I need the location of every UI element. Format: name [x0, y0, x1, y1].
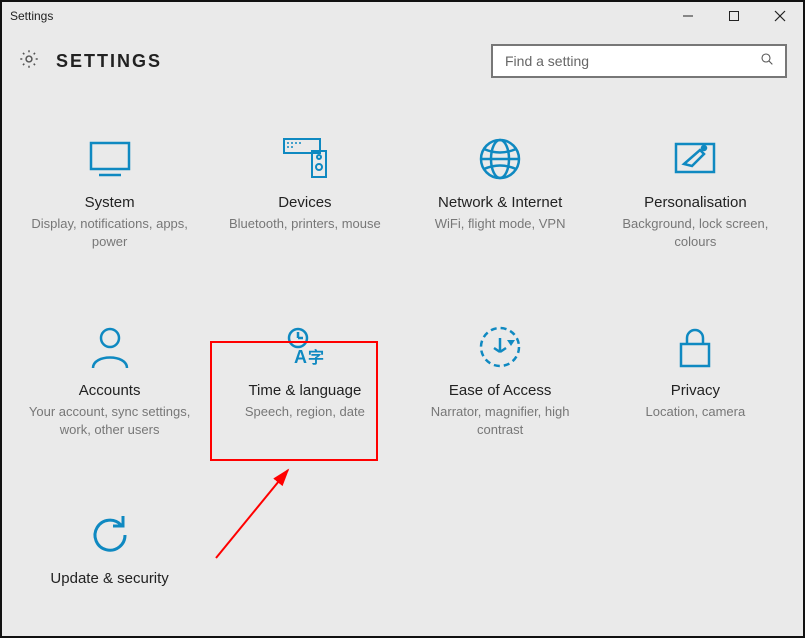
tile-desc: Bluetooth, printers, mouse: [229, 215, 381, 233]
tile-ease-of-access[interactable]: Ease of Access Narrator, magnifier, high…: [403, 314, 598, 444]
time-language-icon: A 字: [278, 320, 332, 374]
tile-title: Personalisation: [644, 194, 747, 211]
tile-title: Accounts: [79, 382, 141, 399]
tile-title: Time & language: [248, 382, 361, 399]
tile-title: Privacy: [671, 382, 720, 399]
tile-desc: Location, camera: [646, 403, 746, 421]
tile-title: Devices: [278, 194, 331, 211]
tile-time-language[interactable]: A 字 Time & language Speech, region, date: [207, 314, 402, 444]
search-icon: [759, 51, 775, 72]
titlebar: Settings: [2, 2, 803, 30]
close-button[interactable]: [757, 2, 803, 30]
window-controls: [665, 2, 803, 30]
tile-desc: Speech, region, date: [245, 403, 365, 421]
tile-desc: Narrator, magnifier, high contrast: [415, 403, 585, 438]
devices-icon: [278, 132, 332, 186]
display-icon: [83, 132, 137, 186]
person-icon: [83, 320, 137, 374]
tile-title: System: [85, 194, 135, 211]
tile-system[interactable]: System Display, notifications, apps, pow…: [12, 126, 207, 256]
page-title: SETTINGS: [56, 51, 162, 72]
settings-grid: System Display, notifications, apps, pow…: [2, 78, 803, 597]
tile-update-security[interactable]: Update & security: [12, 502, 207, 597]
settings-window: Settings SETTINGS: [0, 0, 805, 638]
tile-desc: Display, notifications, apps, power: [25, 215, 195, 250]
update-icon: [83, 508, 137, 562]
minimize-button[interactable]: [665, 2, 711, 30]
paint-icon: [668, 132, 722, 186]
tile-devices[interactable]: Devices Bluetooth, printers, mouse: [207, 126, 402, 256]
tile-personalisation[interactable]: Personalisation Background, lock screen,…: [598, 126, 793, 256]
search-input[interactable]: [503, 52, 759, 70]
ease-icon: [473, 320, 527, 374]
tile-title: Network & Internet: [438, 194, 562, 211]
tile-accounts[interactable]: Accounts Your account, sync settings, wo…: [12, 314, 207, 444]
window-title: Settings: [10, 9, 53, 23]
tile-desc: Your account, sync settings, work, other…: [25, 403, 195, 438]
lock-icon: [668, 320, 722, 374]
tile-network[interactable]: Network & Internet WiFi, flight mode, VP…: [403, 126, 598, 256]
header-left: SETTINGS: [18, 48, 162, 75]
search-box[interactable]: [491, 44, 787, 78]
tile-title: Update & security: [50, 570, 168, 587]
tile-desc: Background, lock screen, colours: [610, 215, 780, 250]
globe-icon: [473, 132, 527, 186]
gear-icon: [18, 48, 40, 75]
header: SETTINGS: [2, 30, 803, 78]
svg-text:字: 字: [308, 348, 324, 367]
maximize-button[interactable]: [711, 2, 757, 30]
svg-text:A: A: [294, 347, 307, 367]
tile-title: Ease of Access: [449, 382, 552, 399]
tile-privacy[interactable]: Privacy Location, camera: [598, 314, 793, 444]
tile-desc: WiFi, flight mode, VPN: [435, 215, 566, 233]
